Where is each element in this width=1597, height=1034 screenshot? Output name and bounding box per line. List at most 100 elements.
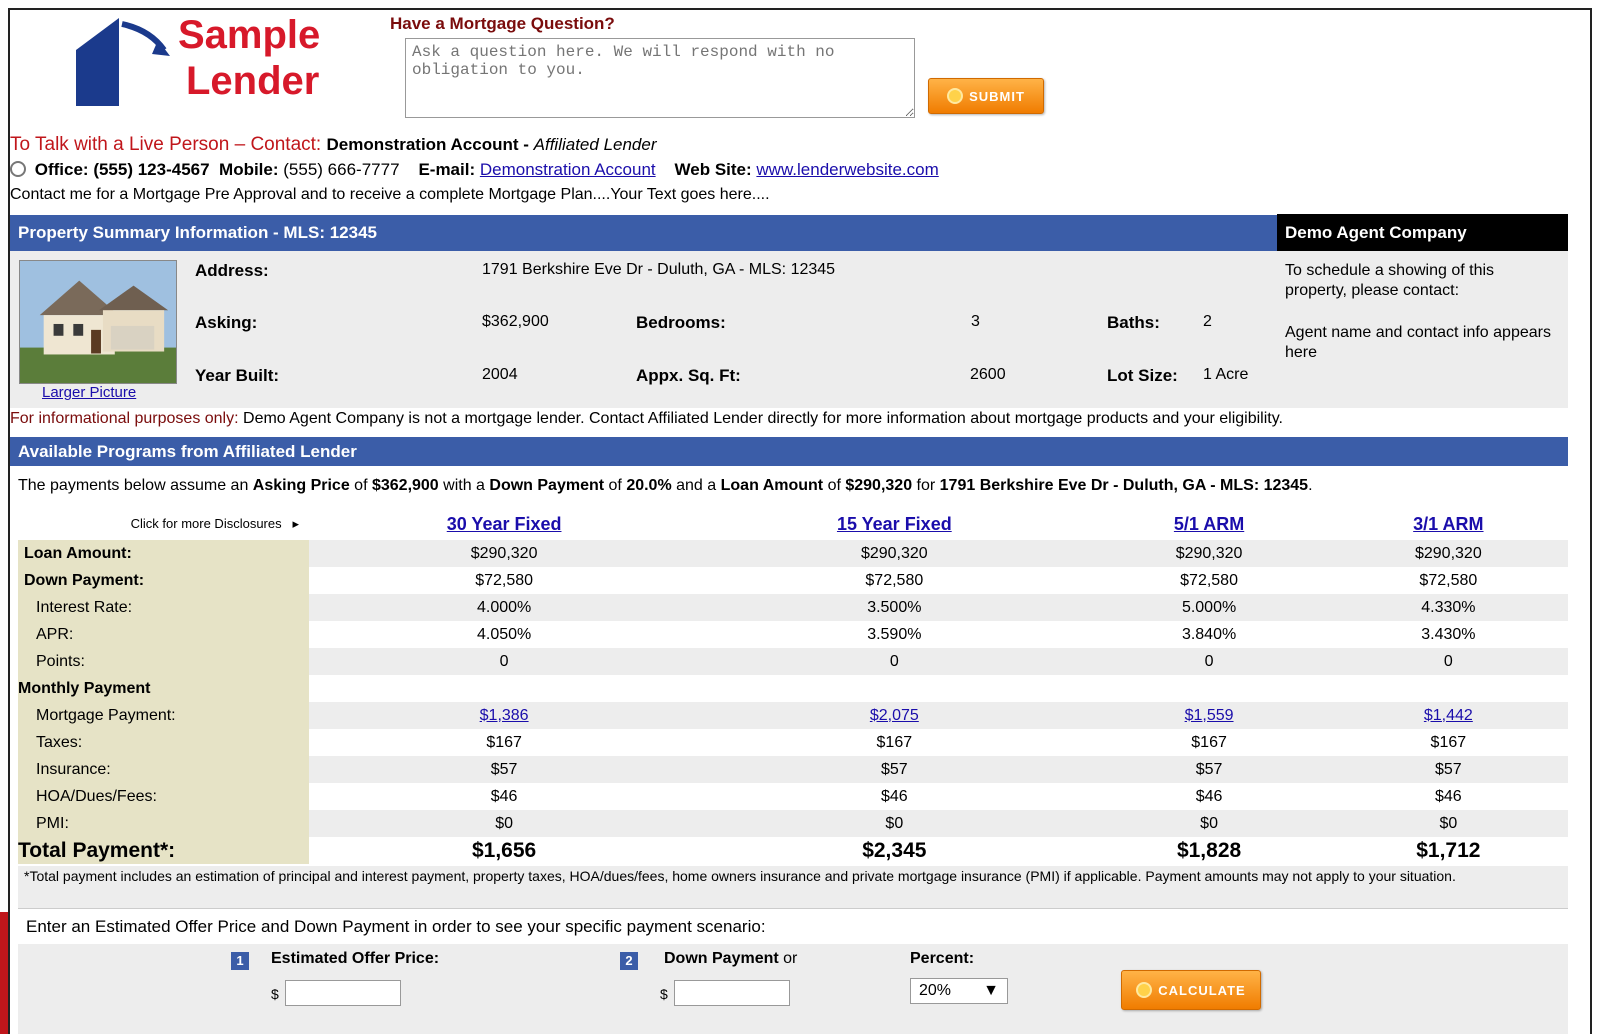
cell-taxes: $167 <box>1191 733 1227 751</box>
percent-select[interactable]: 20% ▼ <box>910 978 1008 1004</box>
disclosures-label: Click for more Disclosures <box>130 516 282 531</box>
assume-loan-label: Loan Amount <box>720 477 824 494</box>
down-currency: $ <box>660 986 668 1002</box>
cell-total-payment: $2,345 <box>862 838 927 862</box>
cell-total-payment: $1,828 <box>1176 838 1242 862</box>
assume-asking-label: Asking Price <box>252 477 350 494</box>
cell-down-payment: $72,580 <box>1419 571 1478 589</box>
promo-text: Contact me for a Mortgage Pre Approval a… <box>10 186 770 203</box>
lender-logo-house-icon <box>76 18 170 106</box>
cell-loan-amount: $290,320 <box>1089 540 1329 567</box>
cell-interest-rate: 4.330% <box>1328 594 1568 621</box>
offer-price-label: Estimated Offer Price: <box>271 950 440 967</box>
table-row: Monthly Payment <box>18 675 1568 702</box>
property-photo[interactable] <box>19 260 177 384</box>
cell-loan-amount: $290,320 <box>1328 540 1568 567</box>
cell-insurance: $57 <box>699 756 1090 783</box>
row-label-monthly-payment: Monthly Payment <box>18 675 309 702</box>
sqft-label: Appx. Sq. Ft: <box>636 366 741 385</box>
mortgage-payment-link[interactable]: $1,559 <box>1185 707 1234 724</box>
submit-label: SUBMIT <box>969 88 1025 104</box>
row-label-points: Points: <box>18 648 309 675</box>
percent-label: Percent: <box>910 950 975 967</box>
mortgage-payment-link[interactable]: $2,075 <box>870 707 919 724</box>
assume-dp-label: Down Payment <box>489 477 605 494</box>
table-row: PMI: $0 $0 $0 $0 <box>18 810 1568 837</box>
program-3-1-arm[interactable]: 3/1 ARM <box>1413 514 1483 534</box>
row-label-taxes: Taxes: <box>18 729 309 756</box>
asking-value: $362,900 <box>482 313 549 330</box>
agent-company-bar: Demo Agent Company <box>1277 214 1568 251</box>
table-row: HOA/Dues/Fees: $46 $46 $46 $46 <box>18 783 1568 810</box>
cell-taxes: $167 <box>876 733 913 751</box>
table-row: Points: 0 0 0 0 <box>18 648 1568 675</box>
submit-button[interactable]: SUBMIT <box>928 78 1044 114</box>
assume-text-6: of <box>823 477 846 494</box>
step-1-badge: 1 <box>231 952 249 970</box>
offer-price-input[interactable] <box>285 980 401 1006</box>
assume-address: 1791 Berkshire Eve Dr - Duluth, GA - MLS… <box>939 477 1309 494</box>
calculate-button[interactable]: CALCULATE <box>1121 970 1261 1010</box>
year-built-label: Year Built: <box>195 366 280 385</box>
cell-apr: 4.050% <box>476 625 532 643</box>
down-payment-input[interactable] <box>674 980 790 1006</box>
website-link[interactable]: www.lenderwebsite.com <box>756 160 938 179</box>
assume-text-7: for <box>912 477 940 494</box>
contact-role: Affiliated Lender <box>533 135 657 154</box>
asking-label: Asking: <box>195 313 258 332</box>
cell-insurance: $57 <box>309 756 700 783</box>
mobile-phone: (555) 666-7777 <box>283 160 400 179</box>
larger-picture-link[interactable]: Larger Picture <box>42 384 136 401</box>
offer-currency: $ <box>271 986 279 1002</box>
program-15-year-fixed[interactable]: 15 Year Fixed <box>837 514 952 534</box>
cell-pmi: $0 <box>309 810 700 837</box>
available-programs-bar: Available Programs from Affiliated Lende… <box>10 436 1568 466</box>
table-row: Loan Amount: $290,320 $290,320 $290,320 … <box>18 540 1568 567</box>
disclosures-link[interactable]: Click for more Disclosures ▸ <box>18 508 309 540</box>
cell-points: 0 <box>1089 648 1329 675</box>
calculate-dot-icon <box>1136 982 1153 998</box>
row-label-mortgage-payment: Mortgage Payment: <box>18 702 309 729</box>
assume-text-3: with a <box>438 477 490 494</box>
question-input[interactable] <box>405 38 915 118</box>
cell-hoa: $46 <box>880 787 908 805</box>
percent-value: 20% <box>919 982 952 999</box>
submit-dot-icon <box>947 88 964 104</box>
mortgage-payment-link[interactable]: $1,442 <box>1424 707 1473 724</box>
or-label: or <box>783 950 798 967</box>
agent-contact-text: Agent name and contact info appears here <box>1285 324 1551 361</box>
email-link[interactable]: Demonstration Account <box>480 160 656 179</box>
assume-text-4: of <box>604 477 627 494</box>
cell-apr: 3.430% <box>1421 625 1476 643</box>
talk-prefix: To Talk with a Live Person – Contact: <box>10 134 322 155</box>
program-5-1-arm[interactable]: 5/1 ARM <box>1174 514 1244 534</box>
office-label: Office: <box>34 160 89 179</box>
program-30-year-fixed[interactable]: 30 Year Fixed <box>447 514 562 534</box>
assume-text-2: of <box>349 477 372 494</box>
email-label: E-mail: <box>418 160 476 179</box>
cell-interest-rate: 5.000% <box>1089 594 1329 621</box>
table-header-row: Click for more Disclosures ▸ 30 Year Fix… <box>18 508 1568 540</box>
mortgage-payment-link[interactable]: $1,386 <box>480 707 529 724</box>
row-label-insurance: Insurance: <box>18 756 309 783</box>
contact-name: Demonstration Account <box>326 135 519 154</box>
assume-text-1: The payments below assume an <box>18 477 253 494</box>
address-value: 1791 Berkshire Eve Dr - Duluth, GA - MLS… <box>482 261 836 278</box>
table-row: Total Payment*: $1,656 $2,345 $1,828 $1,… <box>18 837 1568 864</box>
cell-pmi: $0 <box>1328 810 1568 837</box>
row-label-interest-rate: Interest Rate: <box>18 594 309 621</box>
table-row: Mortgage Payment: $1,386 $2,075 $1,559 $… <box>18 702 1568 729</box>
cell-total-payment: $1,656 <box>471 838 537 862</box>
table-row: Down Payment: $72,580 $72,580 $72,580 $7… <box>18 567 1568 594</box>
total-payment-footnote: *Total payment includes an estimation of… <box>18 866 1568 908</box>
contact-dash: - <box>518 135 534 154</box>
contact-heading: To Talk with a Live Person – Contact: De… <box>10 134 657 156</box>
assume-dp: 20.0% <box>626 477 672 494</box>
agent-info-panel: To schedule a showing of this property, … <box>1277 251 1568 408</box>
assume-text-5: and a <box>671 477 721 494</box>
cell-insurance: $57 <box>1089 756 1329 783</box>
down-payment-label-group: Down Payment or <box>664 950 797 968</box>
calculate-label: CALCULATE <box>1158 982 1246 998</box>
cell-pmi: $0 <box>699 810 1090 837</box>
table-row: APR: 4.050% 3.590% 3.840% 3.430% <box>18 621 1568 648</box>
